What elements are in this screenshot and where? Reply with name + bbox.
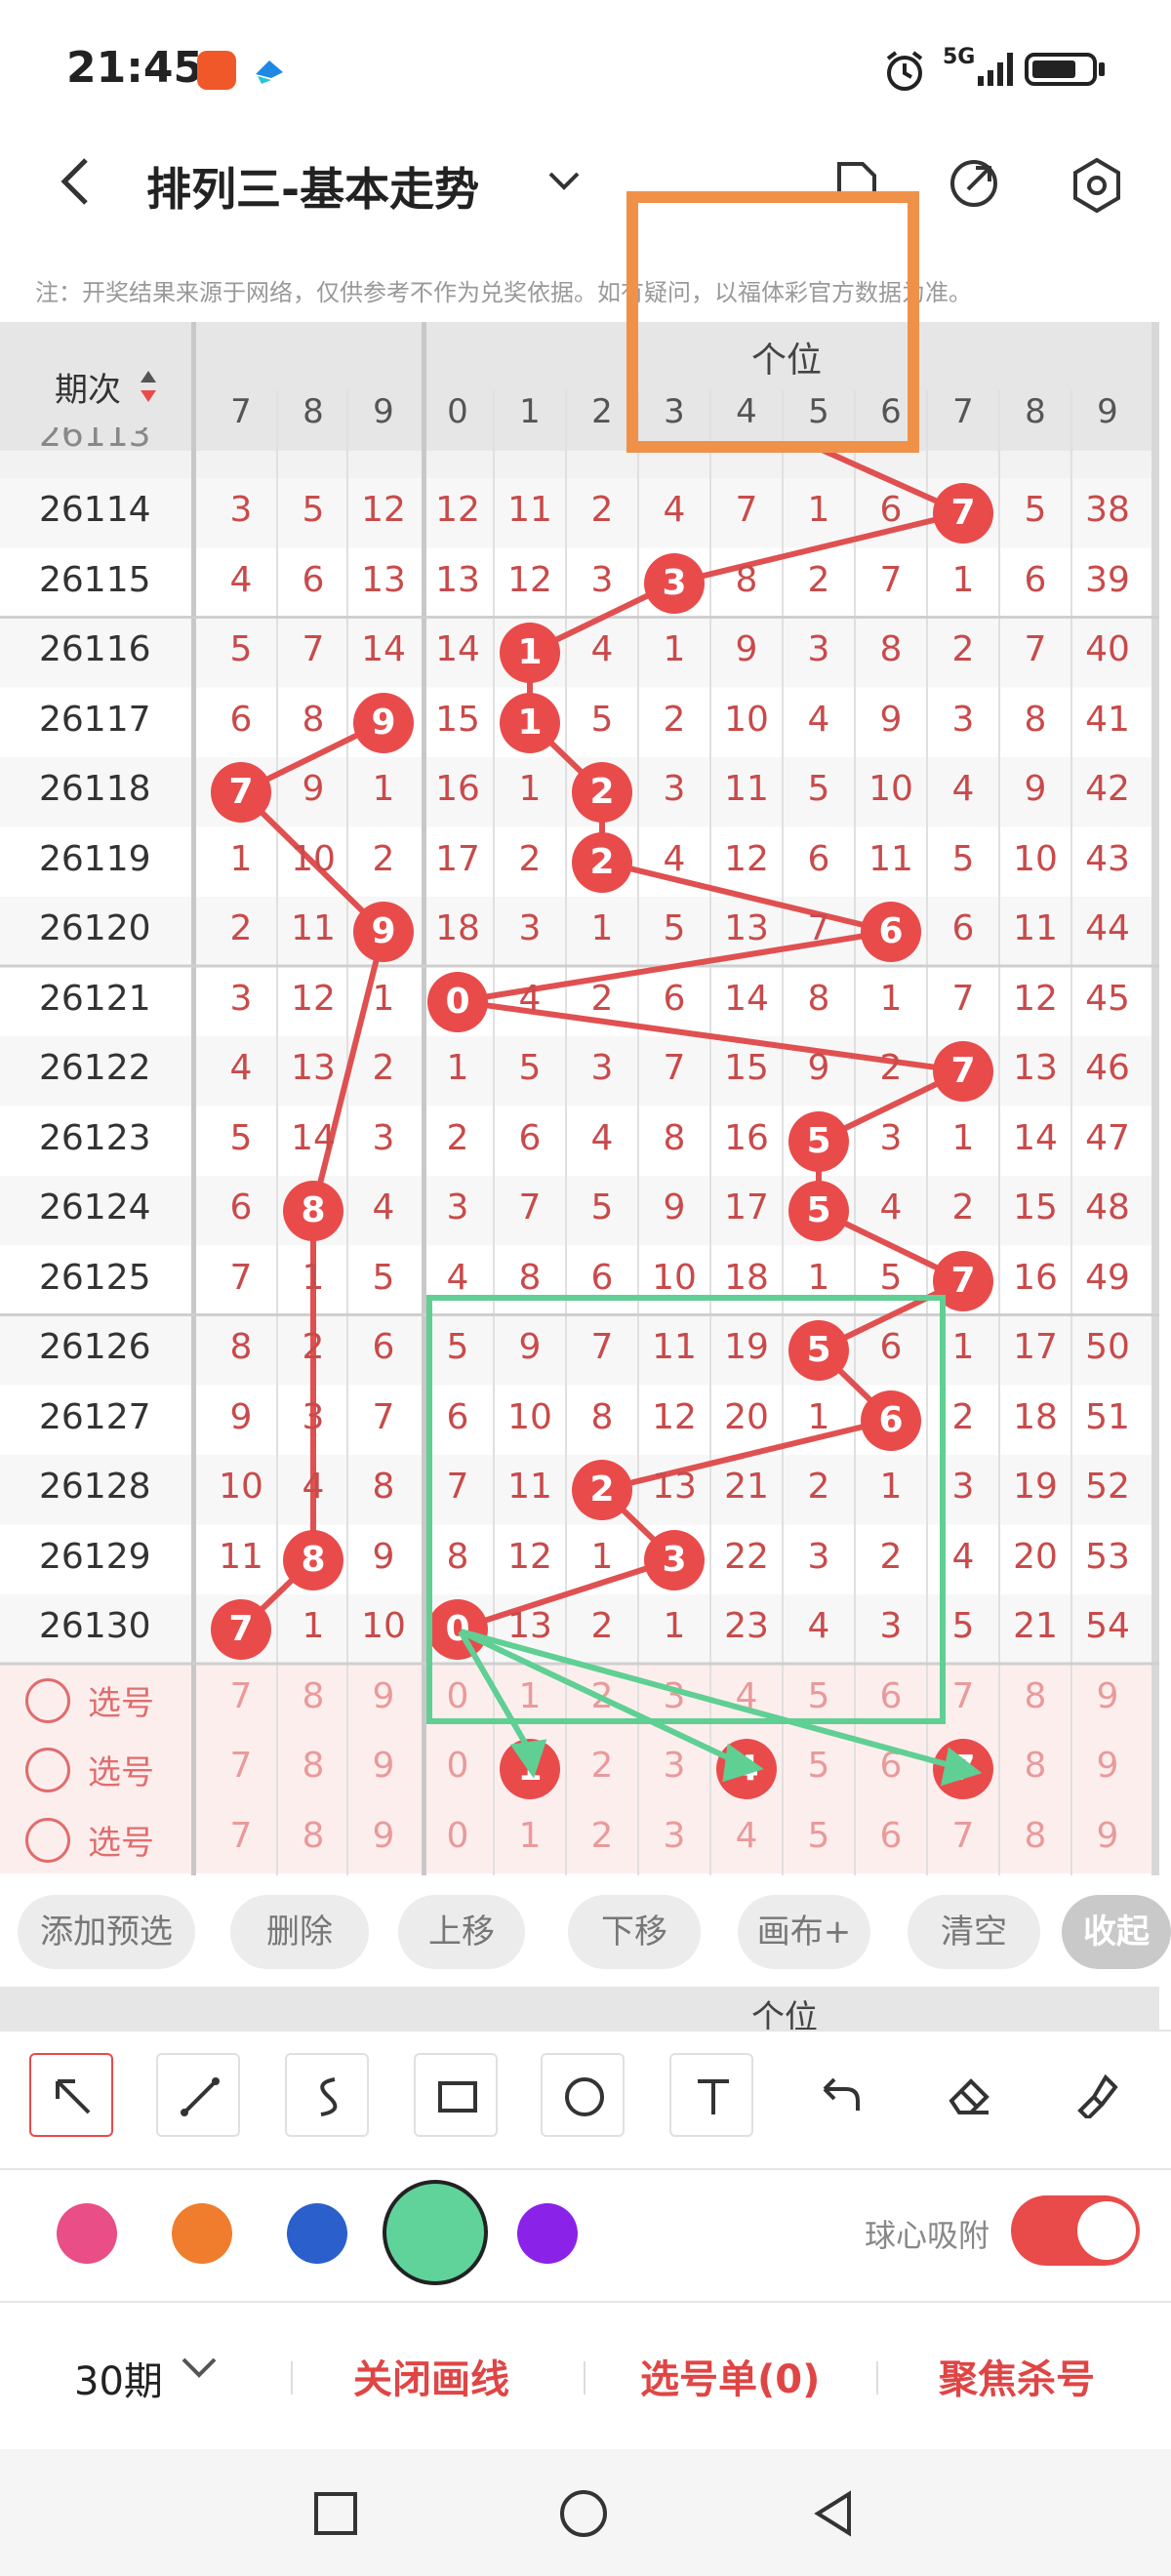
circle-tool[interactable] xyxy=(541,2053,625,2137)
add-preselect-button[interactable]: 添加预选 xyxy=(18,1895,195,1969)
orange-rectangle-drawing xyxy=(626,191,919,453)
arrow-tool[interactable] xyxy=(29,2053,113,2137)
close-lines-button[interactable]: 关闭画线 xyxy=(353,2348,509,2404)
pick-list-button[interactable]: 选号单(0) xyxy=(640,2348,820,2404)
green-arrow-drawings xyxy=(458,1629,983,1787)
sub-header-strip xyxy=(0,1987,1159,2030)
back-nav-icon[interactable] xyxy=(810,2488,857,2539)
system-nav-bar xyxy=(0,2449,1171,2576)
rectangle-tool[interactable] xyxy=(414,2053,498,2137)
focus-kill-button[interactable]: 聚焦杀号 xyxy=(939,2348,1095,2404)
move-up-button[interactable]: 上移 xyxy=(398,1895,525,1969)
clear-button[interactable]: 清空 xyxy=(908,1895,1040,1969)
snap-label: 球心吸附 xyxy=(865,2217,990,2254)
canvas-plus-button[interactable]: 画布+ xyxy=(738,1895,870,1969)
chevron-down-icon[interactable] xyxy=(180,2354,219,2383)
green-rectangle-drawing xyxy=(426,1295,946,1724)
text-tool[interactable] xyxy=(669,2053,753,2137)
snap-toggle[interactable] xyxy=(1011,2195,1140,2266)
line-tool[interactable] xyxy=(156,2053,240,2137)
recent-apps-icon[interactable] xyxy=(312,2490,359,2537)
color-swatch-selected[interactable] xyxy=(383,2180,488,2285)
collapse-button[interactable]: 收起 xyxy=(1062,1895,1171,1969)
move-down-button[interactable]: 下移 xyxy=(568,1895,701,1969)
color-swatch[interactable] xyxy=(172,2203,232,2264)
home-icon[interactable] xyxy=(558,2488,609,2539)
separator xyxy=(584,2361,586,2395)
period-selector[interactable]: 30期 xyxy=(74,2350,163,2406)
separator xyxy=(876,2361,878,2395)
curve-tool[interactable] xyxy=(285,2053,369,2137)
color-swatch[interactable] xyxy=(517,2203,578,2264)
delete-button[interactable]: 删除 xyxy=(230,1895,369,1969)
eraser-icon[interactable] xyxy=(927,2053,1011,2137)
brush-clear-icon[interactable] xyxy=(1054,2053,1138,2137)
color-swatch[interactable] xyxy=(287,2203,347,2264)
separator xyxy=(291,2361,293,2395)
undo-tool[interactable] xyxy=(798,2053,882,2137)
color-swatch[interactable] xyxy=(57,2203,117,2264)
